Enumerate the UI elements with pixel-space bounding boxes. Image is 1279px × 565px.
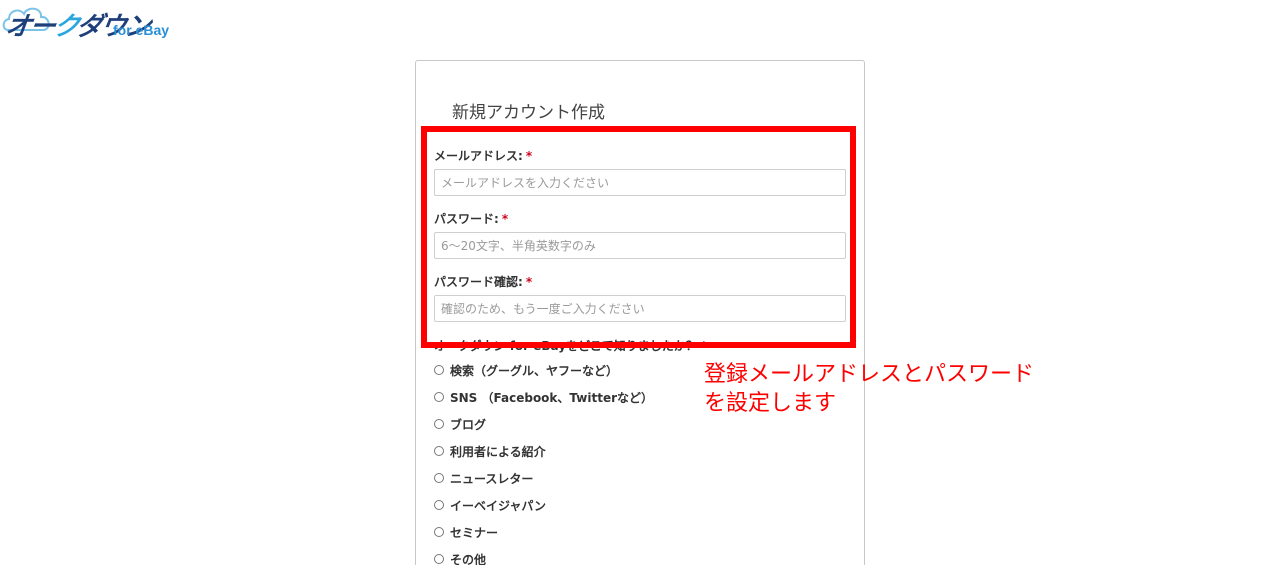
option-ebay-japan[interactable]: イーベイジャパン (434, 496, 546, 514)
option-seminar[interactable]: セミナー (434, 523, 498, 541)
annotation-line-2: を設定します (704, 391, 837, 416)
option-search[interactable]: 検索（グーグル、ヤフーなど） (434, 361, 618, 379)
password-field[interactable] (434, 232, 846, 259)
option-label: イーベイジャパン (450, 498, 547, 513)
required-mark: * (501, 212, 509, 226)
radio-button[interactable] (434, 419, 444, 429)
logo-text-a: オー (3, 12, 56, 42)
option-label: 検索（グーグル、ヤフーなど） (450, 363, 619, 378)
option-blog[interactable]: ブログ (434, 415, 486, 433)
password-confirm-field[interactable] (434, 295, 846, 322)
email-field[interactable] (434, 169, 846, 196)
radio-button[interactable] (434, 500, 444, 510)
radio-button[interactable] (434, 473, 444, 483)
radio-button[interactable] (434, 446, 444, 456)
radio-button[interactable] (434, 392, 444, 402)
option-referral[interactable]: 利用者による紹介 (434, 442, 546, 460)
annotation-text: 登録メールアドレスとパスワード を設定します (704, 360, 1034, 418)
radio-button[interactable] (434, 365, 444, 375)
email-label-text: メールアドレス: (434, 149, 523, 163)
required-mark: * (525, 275, 533, 289)
required-mark: * (525, 149, 533, 163)
option-label: SNS （Facebook、Twitterなど） (450, 390, 654, 405)
password-label: パスワード: * (434, 210, 508, 227)
option-label: ニュースレター (450, 471, 534, 486)
source-question-text: オークダウン for eBayをどこで知りましたか？ (434, 339, 698, 353)
password-confirm-label-text: パスワード確認: (434, 275, 523, 289)
option-sns[interactable]: SNS （Facebook、Twitterなど） (434, 388, 653, 406)
radio-button[interactable] (434, 527, 444, 537)
email-label: メールアドレス: * (434, 147, 532, 164)
option-label: 利用者による紹介 (450, 444, 546, 459)
option-label: ブログ (450, 417, 487, 432)
option-label: セミナー (450, 525, 499, 540)
page-title: 新規アカウント作成 (452, 103, 605, 123)
required-mark: * (700, 339, 708, 353)
option-other[interactable]: その他 (434, 550, 486, 565)
logo-subtitle: for eBay (113, 22, 170, 38)
annotation-line-1: 登録メールアドレスとパスワード (704, 362, 1035, 387)
password-confirm-label: パスワード確認: * (434, 273, 532, 290)
signup-card: 新規アカウント作成 メールアドレス:* パスワード:* パスワード確認:* オー… (415, 60, 865, 565)
brand-logo[interactable]: オークダウン for eBay (0, 0, 185, 48)
option-newsletter[interactable]: ニュースレター (434, 469, 533, 487)
option-label: その他 (450, 552, 487, 565)
source-question-label: オークダウン for eBayをどこで知りましたか？ * (434, 337, 707, 354)
password-label-text: パスワード: (434, 212, 499, 226)
radio-button[interactable] (434, 554, 444, 564)
